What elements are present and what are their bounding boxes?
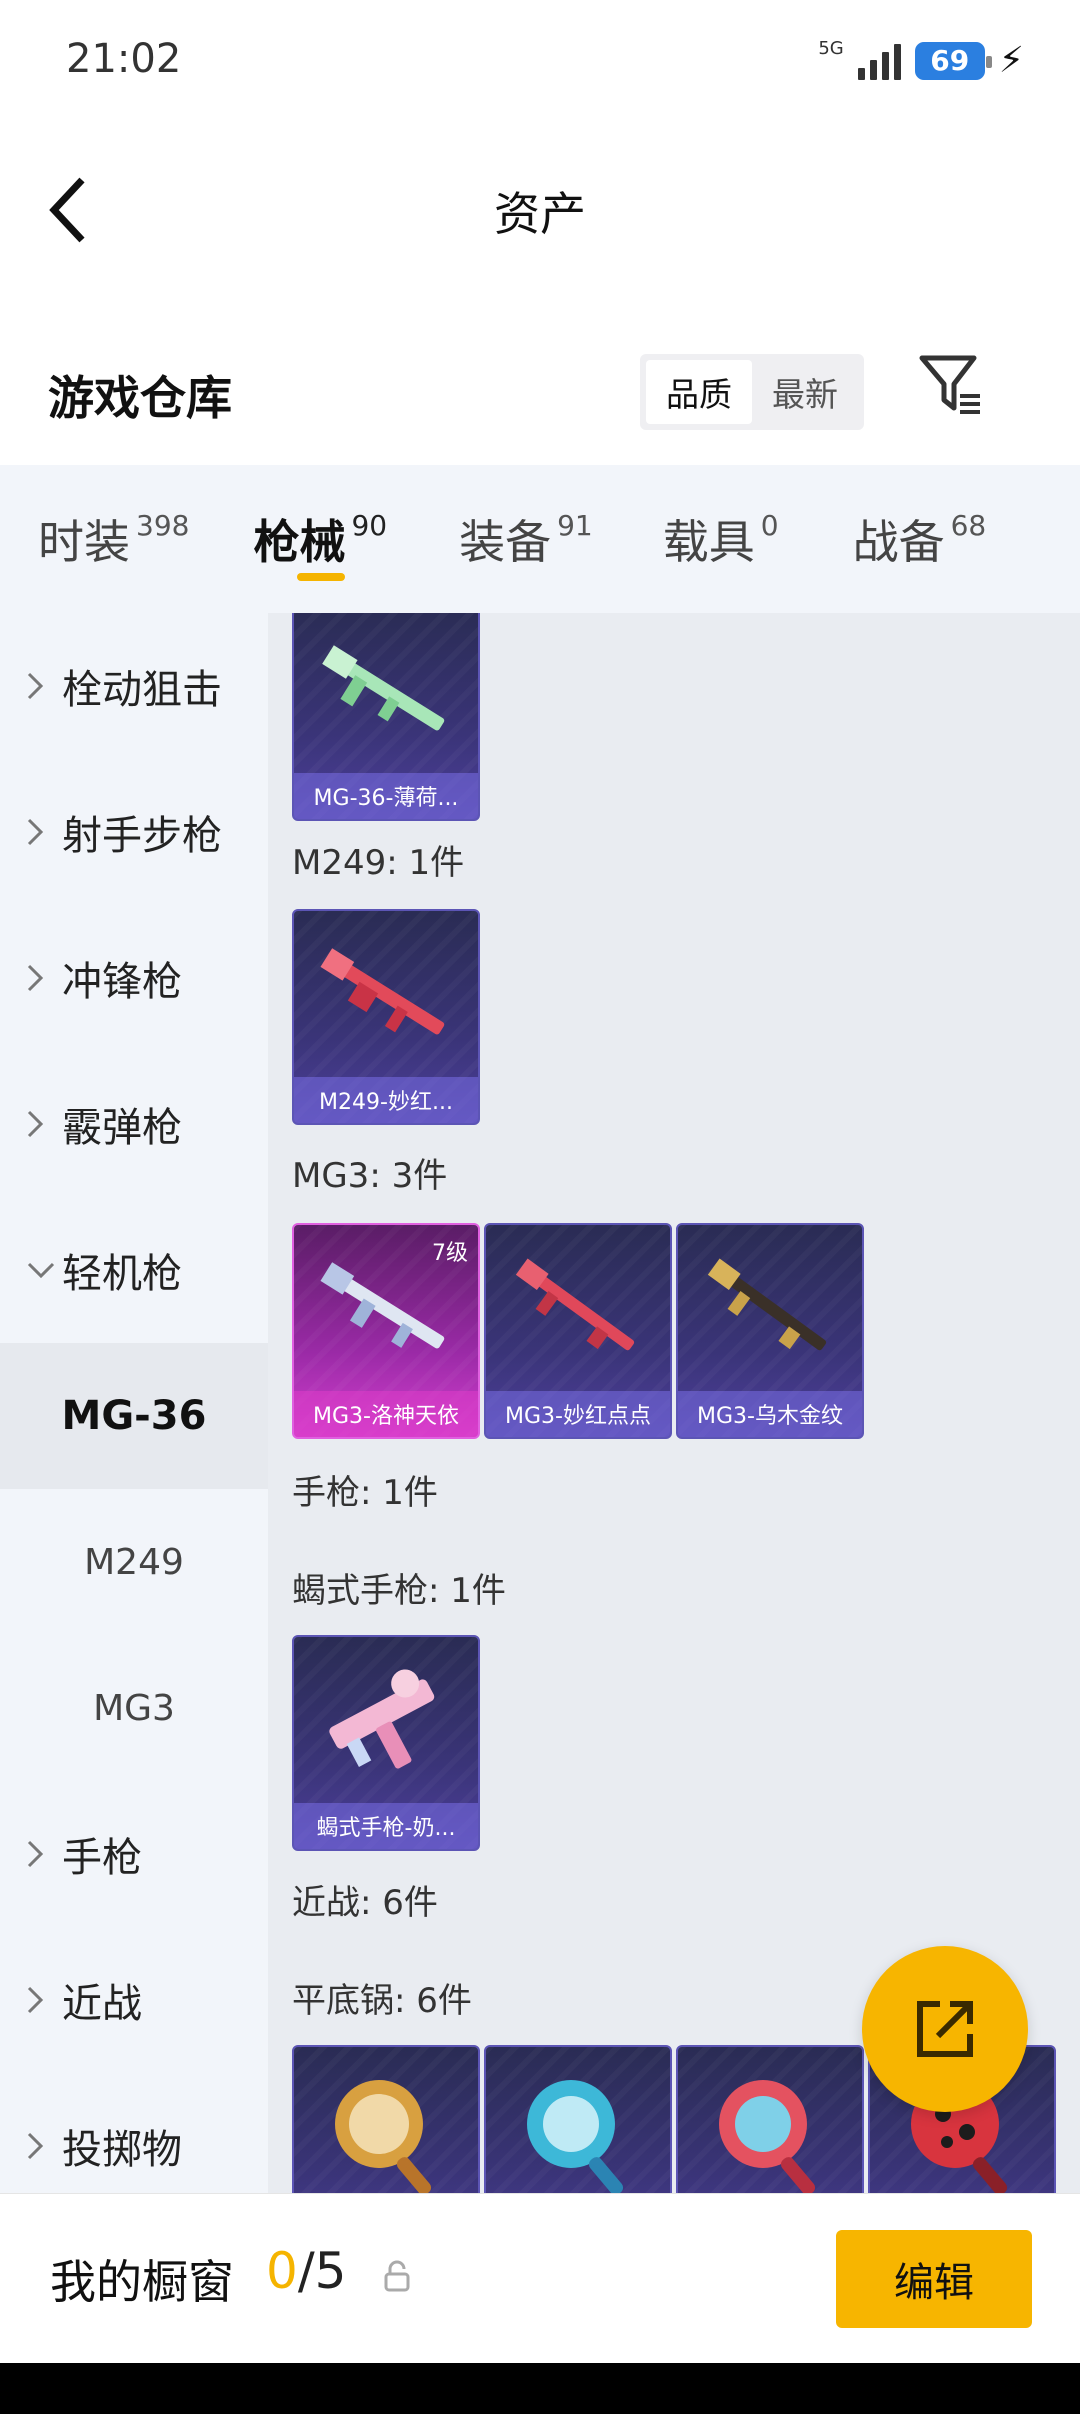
item-name: MG-36-薄荷... [294,773,478,819]
tab-label: 载具 [662,515,755,569]
filter-icon [919,355,980,414]
tab-count: 91 [557,508,593,542]
sidebar-item-label: 近战 [62,1981,142,2027]
sort-toggle: 品质 最新 [640,354,864,430]
share-icon [917,2001,973,2057]
tab-vehicles[interactable]: 载具 0 [663,465,779,613]
sort-quality-button[interactable]: 品质 [646,360,752,424]
sidebar-item-lmg[interactable]: 轻机枪 [0,1197,268,1343]
tab-count: 90 [351,508,388,542]
tab-count: 68 [950,508,987,542]
item-card[interactable] [484,2045,672,2193]
item-name: MG3-乌木金纹 [678,1391,862,1437]
sidebar-item-bolt-sniper[interactable]: 栓动狙击 [0,613,268,759]
chevron-right-icon [26,905,44,1051]
status-bar: 21:02 5G 69 ⚡ [0,0,1080,120]
item-name: M249-妙红... [294,1077,478,1123]
tab-fashion[interactable]: 时装 398 [38,465,189,613]
chevron-down-icon [26,1197,56,1343]
sidebar-item-shotgun[interactable]: 霰弹枪 [0,1051,268,1197]
frying-pan-skin-icon [294,2047,478,2193]
item-card[interactable]: 7级 MG3-洛神天依 [292,1223,480,1439]
group-label-m249: M249: 1件 [292,843,465,883]
network-label: 5G [818,38,844,59]
mg3-skin-icon [486,1225,670,1395]
group-label-mg3: MG3: 3件 [292,1156,448,1196]
scorpion-pistol-skin-icon [294,1637,478,1807]
showcase-used: 0 [266,2242,298,2300]
item-name: 蝎式手枪-奶... [294,1803,478,1849]
group-label-pistol: 手枪: 1件 [292,1473,438,1513]
lock-icon [384,2260,410,2292]
item-name: MG3-洛神天依 [294,1391,478,1437]
battery-icon: 69 [914,41,992,80]
sidebar-item-melee[interactable]: 近战 [0,1927,268,2073]
sidebar-item-marksman-rifle[interactable]: 射手步枪 [0,759,268,905]
sort-newest-button[interactable]: 最新 [752,360,858,424]
tab-label: 装备 [459,515,552,569]
category-tabs: 时装 398 枪械 90 装备 91 载具 0 战备 68 [0,465,1080,613]
section-title: 游戏仓库 [48,371,232,425]
mg36-skin-icon [294,613,478,777]
group-label-pan: 平底锅: 6件 [292,1981,472,2021]
chevron-right-icon [26,1051,44,1197]
item-card[interactable]: MG3-乌木金纹 [676,1223,864,1439]
tab-tactical[interactable]: 战备 68 [853,465,987,613]
item-card[interactable]: MG-36-薄荷... [292,613,480,821]
system-nav-bar [0,2363,1080,2414]
status-time: 21:02 [66,36,182,82]
tab-label: 枪械 [253,515,346,569]
edit-button[interactable]: 编辑 [836,2230,1032,2328]
top-bar: 资产 [0,120,1080,290]
item-card[interactable]: 蝎式手枪-奶... [292,1635,480,1851]
showcase-total: 5 [314,2242,347,2300]
chevron-right-icon [26,613,44,759]
sidebar-subitem-m249[interactable]: M249 [0,1489,268,1635]
signal-icon [857,42,901,80]
section-header: 游戏仓库 品质 最新 [0,290,1080,465]
sidebar-item-label: 手枪 [62,1835,142,1881]
tab-guns[interactable]: 枪械 90 [253,465,387,613]
charging-icon: ⚡ [998,40,1024,81]
tab-count: 0 [760,508,779,542]
chevron-right-icon [26,1781,44,1927]
tab-label: 战备 [852,515,945,569]
item-card[interactable] [676,2045,864,2193]
item-level-badge: 7级 [432,1241,468,1266]
sidebar-item-throwable[interactable]: 投掷物 [0,2073,268,2193]
share-button[interactable] [862,1946,1028,2112]
frying-pan-skin-icon [678,2047,862,2193]
status-icons: 5G 69 ⚡ [818,38,1024,81]
filter-button[interactable] [916,350,986,420]
tab-equipment[interactable]: 装备 91 [459,465,593,613]
chevron-right-icon [26,1927,44,2073]
showcase-bar: 我的橱窗 0/5 编辑 [0,2193,1080,2363]
page-title: 资产 [494,187,586,241]
group-label-melee: 近战: 6件 [292,1883,438,1923]
frying-pan-skin-icon [486,2047,670,2193]
item-card[interactable] [292,2045,480,2193]
showcase-separator: / [297,2242,315,2300]
tab-label: 时装 [38,515,130,569]
item-card[interactable]: M249-妙红... [292,909,480,1125]
showcase-label: 我的橱窗 [50,2255,234,2309]
m249-skin-icon [294,911,478,1081]
item-name: MG3-妙红点点 [486,1391,670,1437]
sidebar-subitem-mg3[interactable]: MG3 [0,1635,268,1781]
sidebar-item-smg[interactable]: 冲锋枪 [0,905,268,1051]
chevron-right-icon [26,2073,44,2193]
sidebar-item-pistol[interactable]: 手枪 [0,1781,268,1927]
sidebar-subitem-mg36[interactable]: MG-36 [0,1343,268,1489]
item-card[interactable]: MG3-妙红点点 [484,1223,672,1439]
active-tab-indicator [297,573,346,581]
mg3-skin-icon [678,1225,862,1395]
group-label-scorpion: 蝎式手枪: 1件 [292,1571,506,1611]
chevron-right-icon [26,759,44,905]
tab-count: 398 [136,508,190,542]
weapon-category-sidebar: 栓动狙击 射手步枪 冲锋枪 霰弹枪 轻机枪 MG-36 M249 MG3 手枪 … [0,613,268,2193]
showcase-count: 0/5 [266,2242,346,2300]
